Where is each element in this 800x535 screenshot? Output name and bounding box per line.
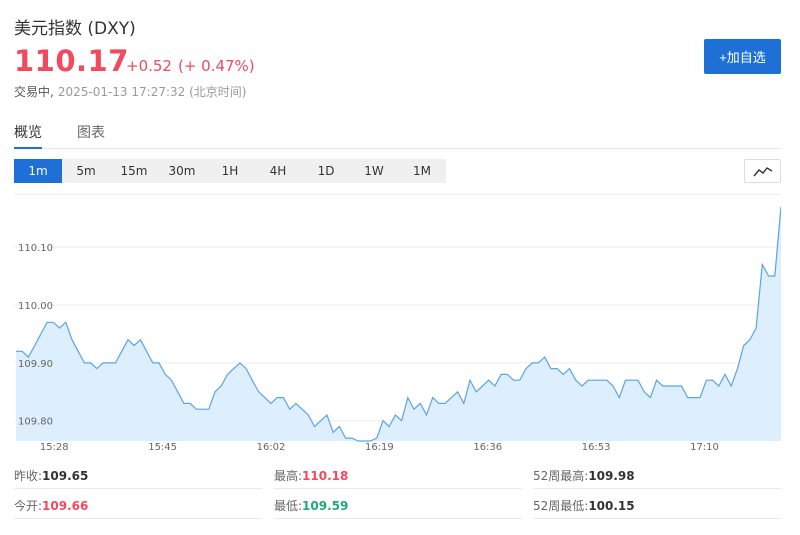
- period-15m[interactable]: 15m: [110, 159, 158, 183]
- period-5m[interactable]: 5m: [62, 159, 110, 183]
- period-selector: 1m 5m 15m 30m 1H 4H 1D 1W 1M: [14, 159, 446, 183]
- stat-52w-low: 52周最低:100.15: [533, 493, 781, 519]
- last-price: 110.17: [14, 44, 129, 78]
- stat-label: 最高:: [274, 469, 303, 483]
- x-tick-label: 17:10: [690, 442, 719, 453]
- period-1h[interactable]: 1H: [206, 159, 254, 183]
- x-tick-label: 15:28: [40, 442, 69, 453]
- period-1mo[interactable]: 1M: [398, 159, 446, 183]
- stat-low: 最低:109.59: [274, 493, 522, 519]
- chart-svg: 110.10 110.00 109.90 109.80 15:28 15:45 16:02 1…: [14, 206, 782, 453]
- stat-52w-high: 52周最高:109.98: [533, 463, 781, 489]
- stat-label: 最低:: [274, 499, 303, 513]
- stat-prev-close: 昨收:109.65: [14, 463, 262, 489]
- stat-value: 109.59: [302, 499, 349, 513]
- add-watchlist-button[interactable]: +加自选: [704, 39, 781, 74]
- x-tick-label: 15:45: [148, 442, 177, 453]
- period-1w[interactable]: 1W: [350, 159, 398, 183]
- period-1d[interactable]: 1D: [302, 159, 350, 183]
- timestamp: 2025-01-13 17:27:32 (北京时间): [57, 85, 247, 99]
- change-percent: (+ 0.47%): [177, 57, 255, 75]
- x-tick-label: 16:36: [473, 442, 502, 453]
- period-4h[interactable]: 4H: [254, 159, 302, 183]
- stat-value: 109.98: [588, 469, 635, 483]
- page-title: 美元指数 (DXY): [14, 19, 136, 39]
- trading-status: 交易中, 2025-01-13 17:27:32 (北京时间): [14, 83, 246, 100]
- stat-label: 今开:: [14, 499, 43, 513]
- y-tick-label: 109.80: [18, 417, 53, 428]
- price-chart: 110.10 110.00 109.90 109.80 15:28 15:45 16:02 1…: [14, 194, 782, 456]
- line-chart-icon: [752, 167, 772, 177]
- x-tick-label: 16:19: [365, 442, 394, 453]
- tab-overview[interactable]: 概览: [14, 122, 42, 149]
- status-label: 交易中,: [14, 85, 54, 99]
- stat-value: 109.66: [42, 499, 89, 513]
- price-change: +0.52 (+ 0.47%): [126, 57, 261, 75]
- x-tick-label: 16:02: [257, 442, 286, 453]
- stats-row: 昨收:109.65 最高:110.18 52周最高:109.98: [14, 463, 781, 493]
- stat-high: 最高:110.18: [274, 463, 522, 489]
- stat-label: 昨收:: [14, 469, 43, 483]
- period-30m[interactable]: 30m: [158, 159, 206, 183]
- change-value: +0.52: [126, 57, 172, 75]
- y-tick-label: 109.90: [18, 359, 53, 370]
- x-tick-label: 16:53: [582, 442, 611, 453]
- stat-value: 109.65: [42, 469, 89, 483]
- stat-label: 52周最高:: [533, 469, 589, 483]
- tab-chart[interactable]: 图表: [77, 122, 105, 149]
- tab-bar: 概览 图表: [14, 122, 781, 149]
- y-tick-label: 110.00: [18, 301, 53, 312]
- price-area-fill: [16, 206, 781, 441]
- stat-open: 今开:109.66: [14, 493, 262, 519]
- stats-panel: 昨收:109.65 最高:110.18 52周最高:109.98 今开:109.…: [14, 463, 781, 523]
- period-1m[interactable]: 1m: [14, 159, 62, 183]
- stats-row: 今开:109.66 最低:109.59 52周最低:100.15: [14, 493, 781, 523]
- stat-value: 100.15: [588, 499, 635, 513]
- stat-value: 110.18: [302, 469, 349, 483]
- chart-type-button[interactable]: [744, 159, 781, 183]
- y-tick-label: 110.10: [18, 243, 53, 254]
- stat-label: 52周最低:: [533, 499, 589, 513]
